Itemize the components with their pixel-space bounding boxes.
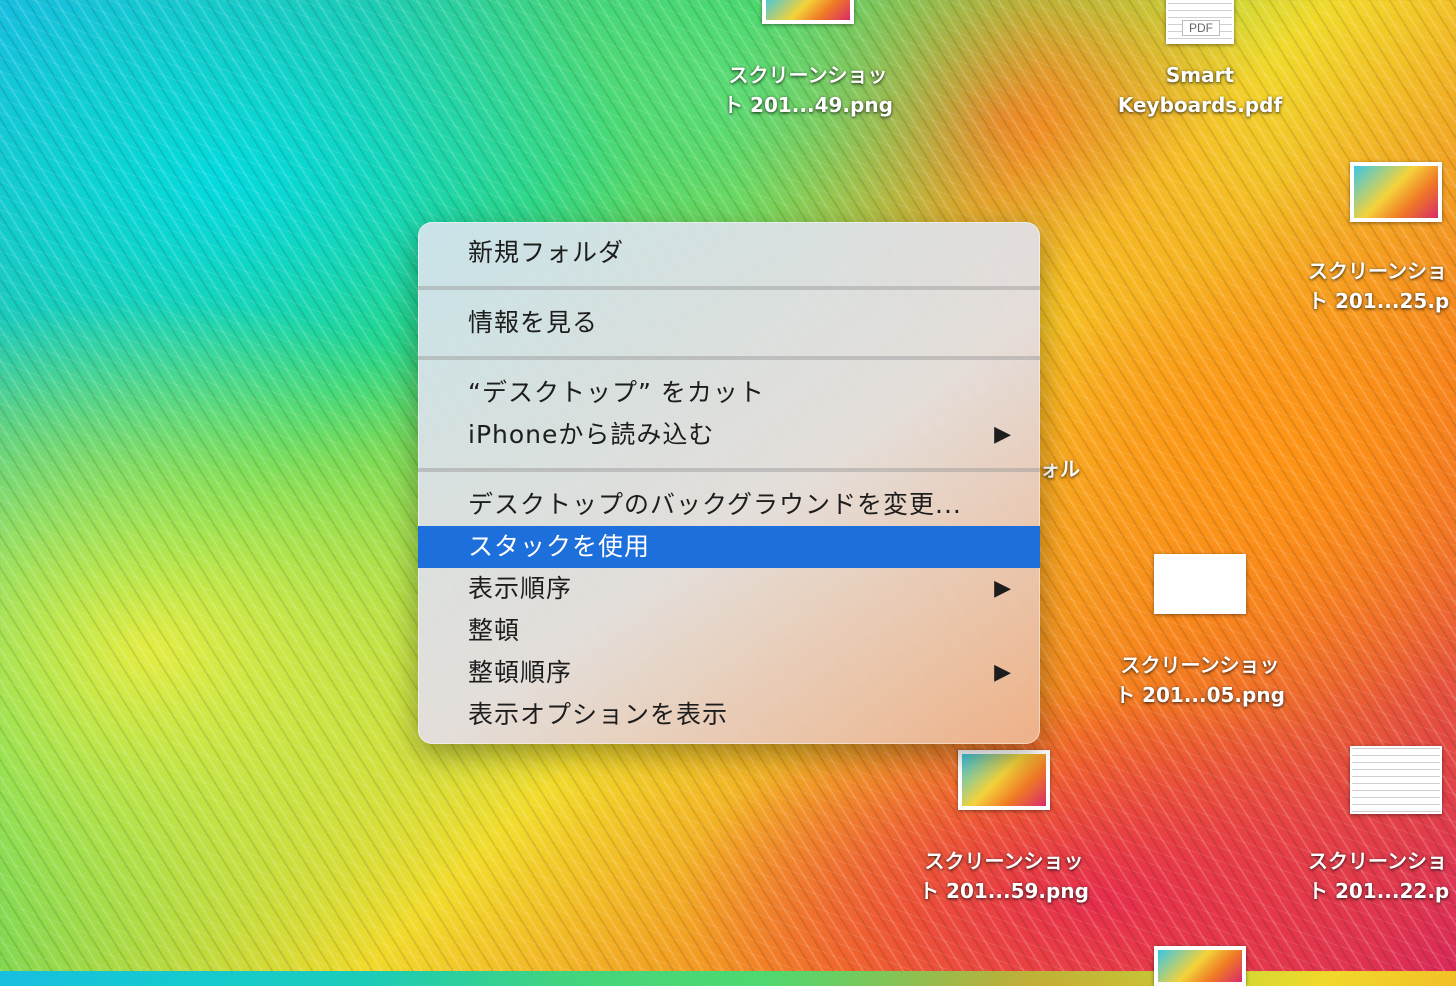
menu-item-cut-desktop[interactable]: “デスクトップ” をカット: [418, 372, 1040, 414]
image-thumbnail-icon: [1154, 554, 1246, 614]
menu-item-clean-up[interactable]: 整頓: [418, 610, 1040, 652]
file-label: スクリーンショ ト 201...25.p: [1308, 259, 1450, 313]
menu-separator: [418, 468, 1040, 472]
menu-separator: [418, 356, 1040, 360]
pdf-document-icon: PDF: [1166, 0, 1234, 44]
menu-item-get-info[interactable]: 情報を見る: [418, 302, 1040, 344]
image-thumbnail-icon: [1350, 746, 1442, 814]
menu-item-import-from-iphone[interactable]: iPhoneから読み込む ▶: [418, 414, 1040, 456]
file-label: Smart Keyboards.pdf: [1117, 63, 1283, 117]
image-thumbnail-icon: [762, 0, 854, 24]
pdf-badge: PDF: [1182, 20, 1220, 36]
partial-folder-label[interactable]: ォル: [1040, 454, 1100, 484]
menu-item-show-view-options[interactable]: 表示オプションを表示: [418, 694, 1040, 736]
submenu-arrow-icon: ▶: [994, 660, 1012, 685]
menu-item-use-stacks[interactable]: スタックを使用: [418, 526, 1040, 568]
image-thumbnail-icon: [1350, 162, 1442, 222]
menu-item-sort-by[interactable]: 表示順序 ▶: [418, 568, 1040, 610]
image-thumbnail-icon: [958, 750, 1050, 810]
file-label: スクリーンショッ ト 201...05.png: [1115, 653, 1285, 707]
submenu-arrow-icon: ▶: [994, 576, 1012, 601]
submenu-arrow-icon: ▶: [994, 422, 1012, 447]
menu-item-clean-up-by[interactable]: 整頓順序 ▶: [418, 652, 1040, 694]
menu-separator: [418, 286, 1040, 290]
file-label: スクリーンショッ ト 201...49.png: [723, 63, 893, 117]
menu-item-change-background[interactable]: デスクトップのバックグラウンドを変更...: [418, 484, 1040, 526]
file-label: スクリーンショ ト 201...22.p: [1308, 849, 1450, 903]
file-label: スクリーンショッ ト 201...59.png: [919, 849, 1089, 903]
desktop-context-menu: 新規フォルダ 情報を見る “デスクトップ” をカット iPhoneから読み込む …: [418, 222, 1040, 744]
menu-item-new-folder[interactable]: 新規フォルダ: [418, 232, 1040, 274]
image-thumbnail-icon[interactable]: [1154, 946, 1246, 986]
